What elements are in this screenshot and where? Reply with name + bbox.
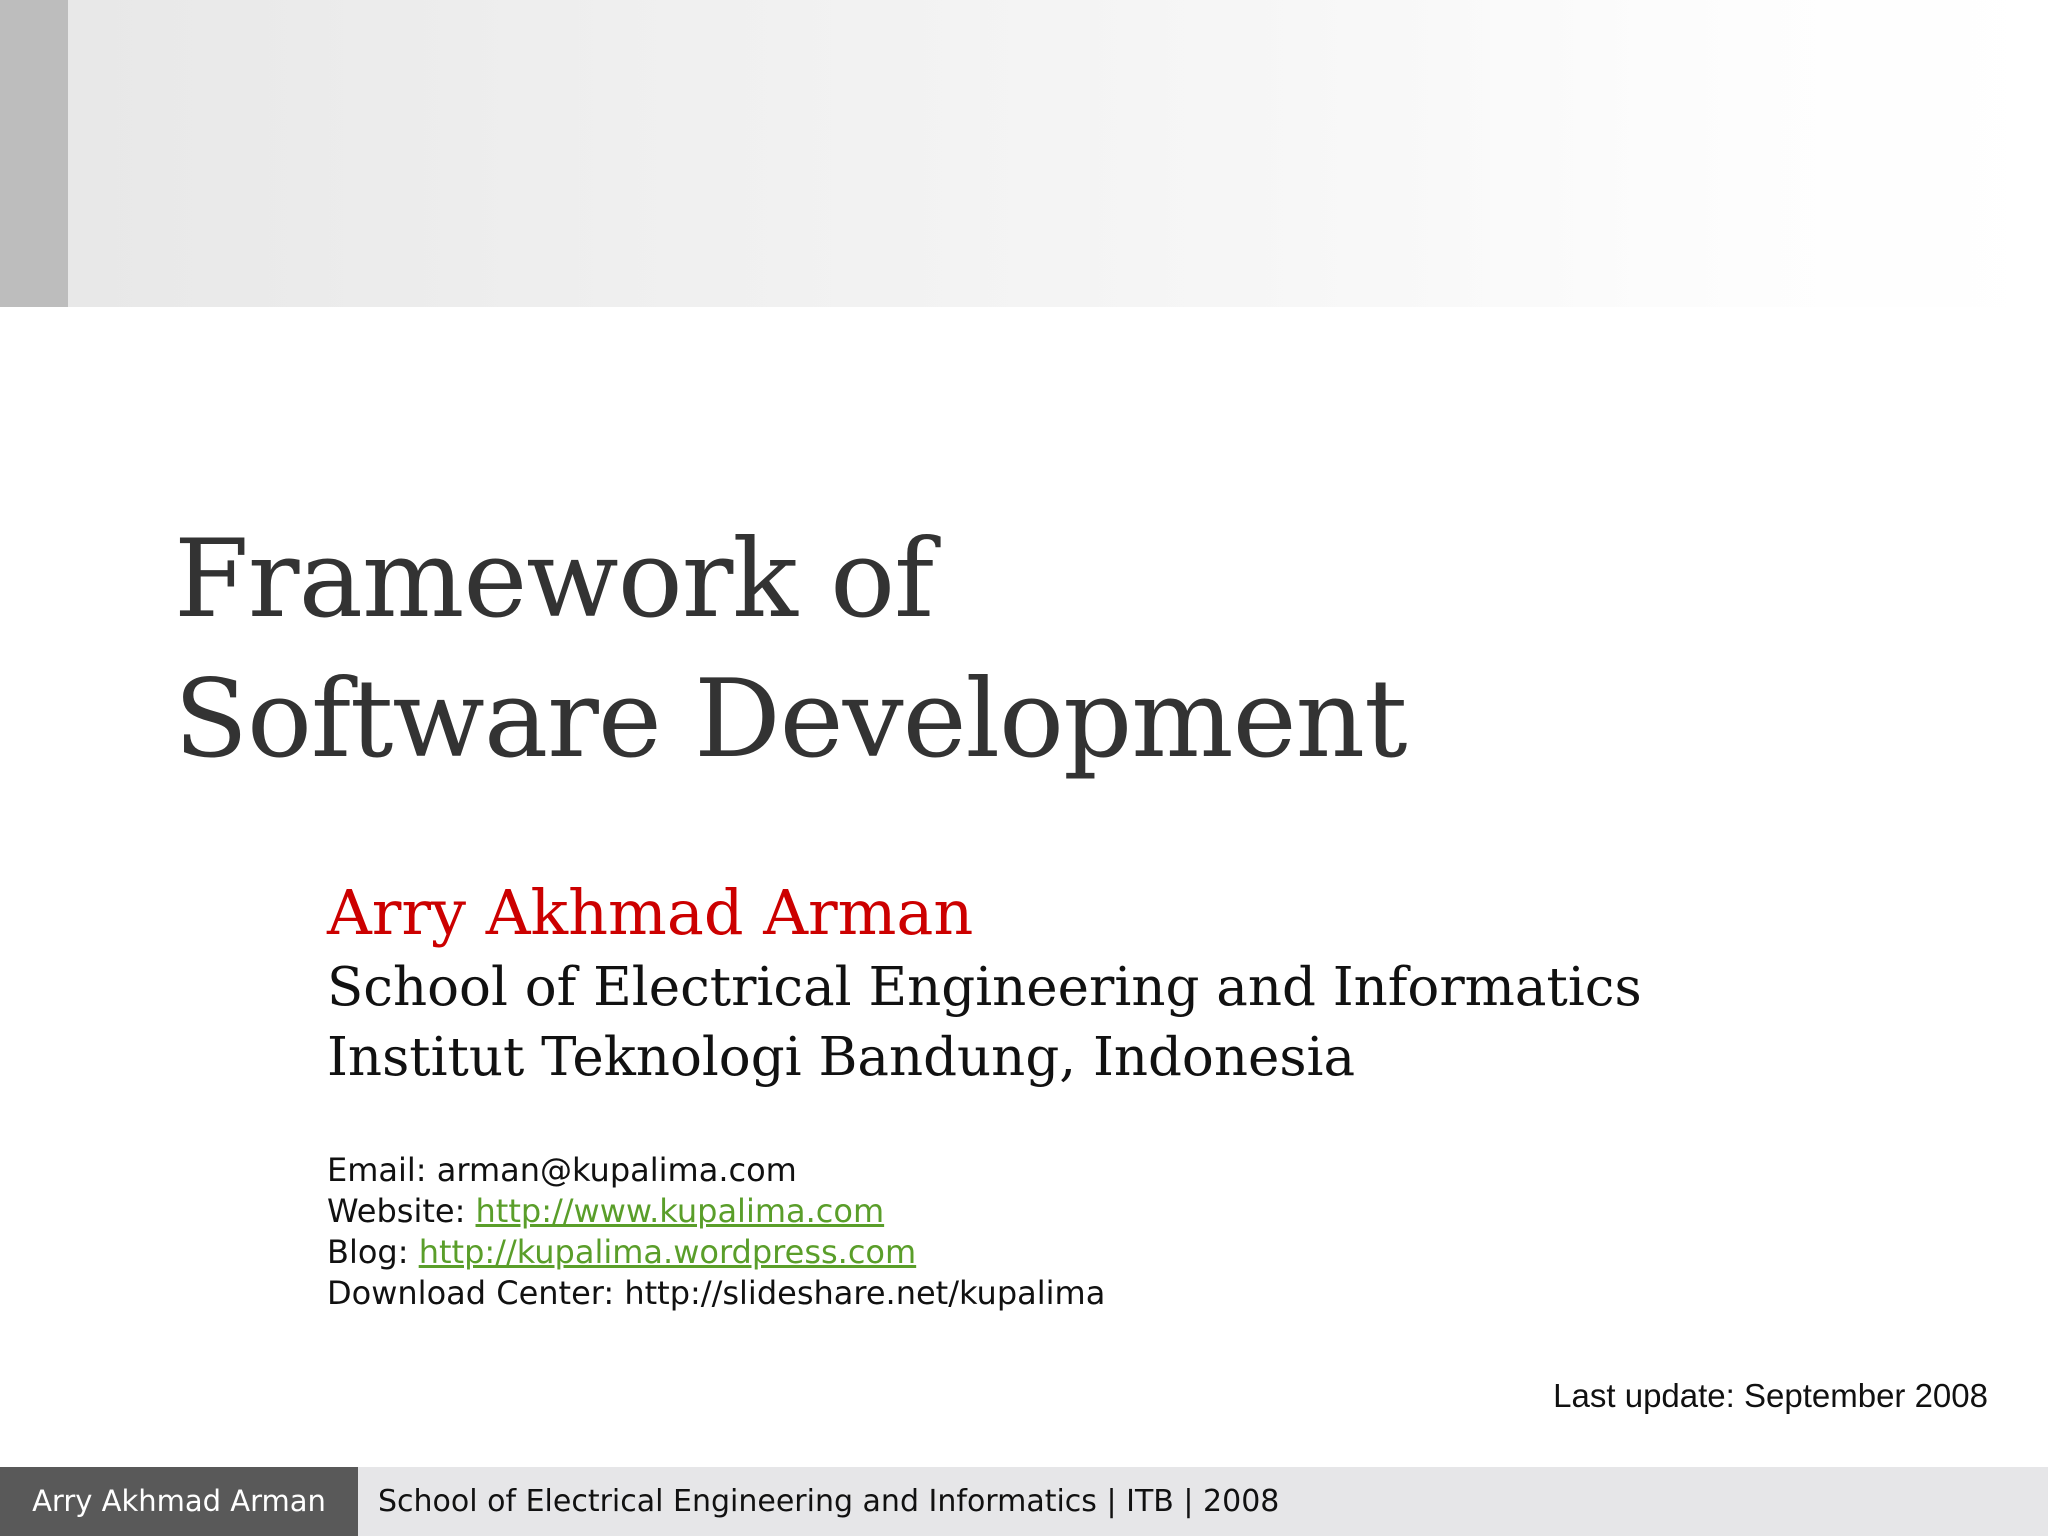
website-label: Website: [327, 1192, 466, 1230]
blog-link[interactable]: http://kupalima.wordpress.com [419, 1233, 916, 1271]
download-label: Download Center: [327, 1274, 615, 1312]
website-link[interactable]: http://www.kupalima.com [476, 1192, 885, 1230]
header-accent-bar [0, 0, 68, 307]
blog-label: Blog: [327, 1233, 409, 1271]
footer-institution: School of Electrical Engineering and Inf… [378, 1484, 1280, 1519]
email-label: Email: [327, 1151, 427, 1189]
slide-title-line-2: Software Development [174, 657, 1407, 782]
email-row: Email: arman@kupalima.com [327, 1150, 1105, 1191]
download-value: http://slideshare.net/kupalima [624, 1274, 1106, 1312]
author-block: Arry Akhmad Arman School of Electrical E… [327, 873, 1642, 1093]
download-row: Download Center: http://slideshare.net/k… [327, 1273, 1105, 1314]
footer-bar: Arry Akhmad Arman School of Electrical E… [0, 1467, 2048, 1536]
footer-author: Arry Akhmad Arman [0, 1467, 358, 1536]
website-row: Website: http://www.kupalima.com [327, 1191, 1105, 1232]
last-update: Last update: September 2008 [1553, 1377, 1988, 1414]
slide-title: Framework of Software Development [174, 510, 1407, 790]
affiliation-school: School of Electrical Engineering and Inf… [327, 957, 1642, 1018]
header-band [0, 0, 2048, 307]
affiliation-institute: Institut Teknologi Bandung, Indonesia [327, 1027, 1356, 1088]
slide-title-line-1: Framework of [174, 517, 934, 642]
email-value: arman@kupalima.com [436, 1151, 797, 1189]
author-name: Arry Akhmad Arman [327, 876, 974, 949]
blog-row: Blog: http://kupalima.wordpress.com [327, 1232, 1105, 1273]
contact-info: Email: arman@kupalima.com Website: http:… [327, 1150, 1105, 1314]
